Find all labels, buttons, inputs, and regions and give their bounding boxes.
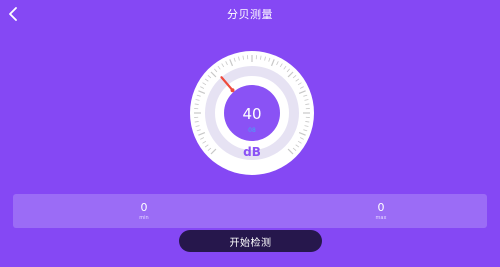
start-detection-button[interactable]: 开始检测 [179,230,322,252]
decibel-gauge: 40 08 dB [190,51,314,175]
gauge-unit: dB [243,145,261,159]
gauge-sub-value: 08 [248,127,256,134]
min-reading: 0 min [114,201,174,222]
max-label: max [375,215,387,221]
gauge-value: 40 [242,105,261,123]
page-title: 分贝测量 [227,8,273,21]
max-value: 0 [377,201,385,214]
min-label: min [139,215,149,221]
min-value: 0 [140,201,148,214]
max-reading: 0 max [351,201,411,222]
readings-panel: 0 min 0 max [13,194,487,228]
